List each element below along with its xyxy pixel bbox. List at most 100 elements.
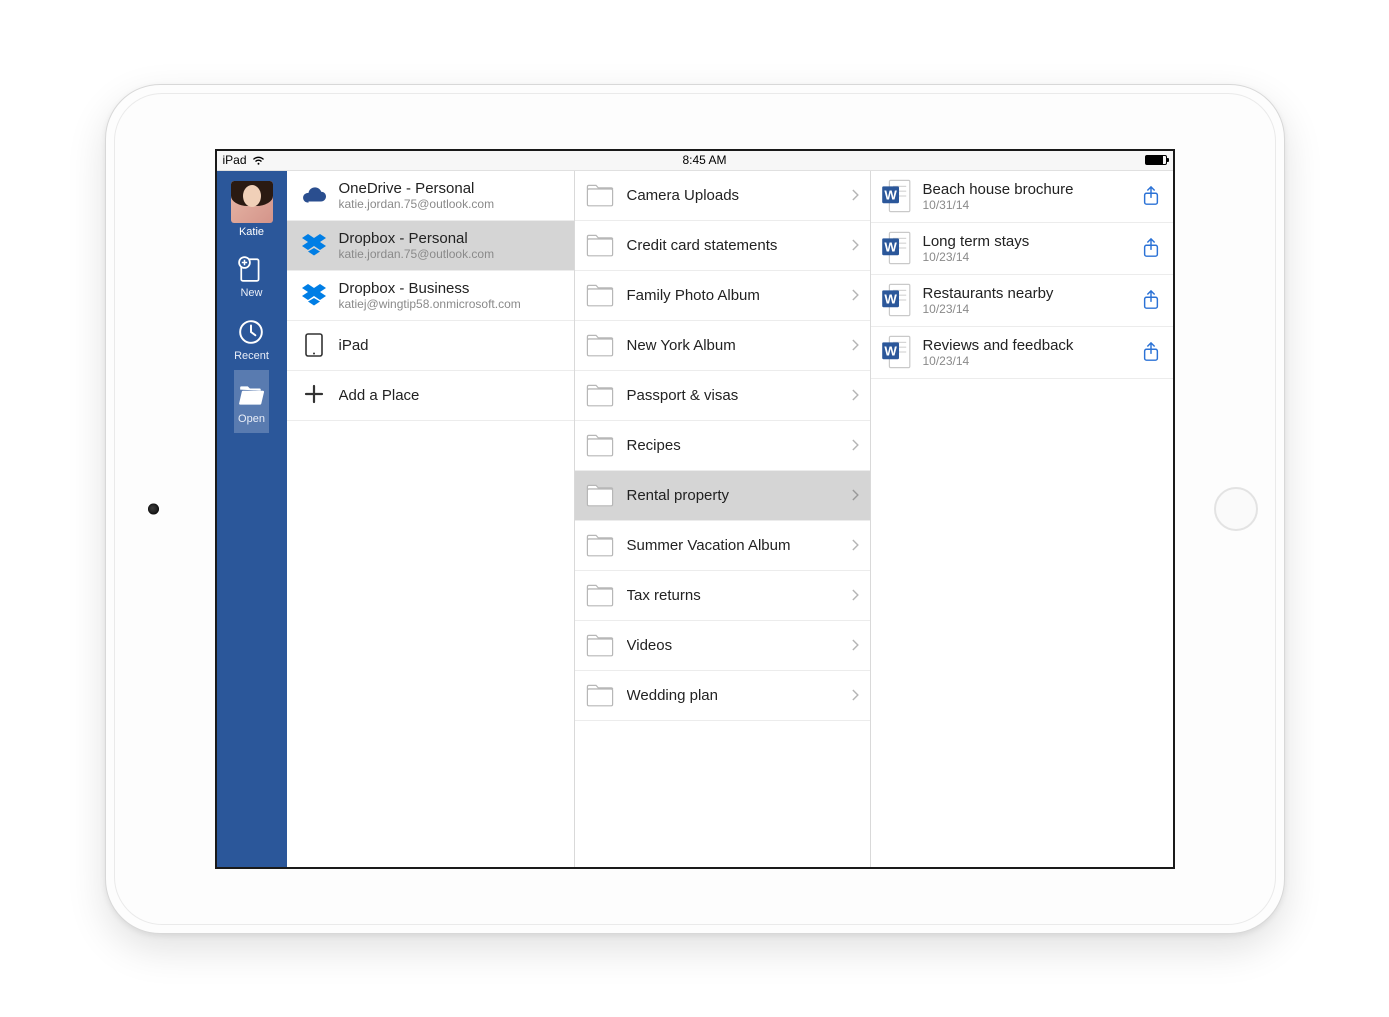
- place-row[interactable]: Dropbox - Personal katie.jordan.75@outlo…: [287, 221, 574, 271]
- chevron-right-icon: [850, 287, 860, 303]
- status-bar: iPad 8:45 AM: [217, 151, 1173, 171]
- folder-row[interactable]: Wedding plan: [575, 671, 870, 721]
- file-date: 10/23/14: [923, 250, 1141, 264]
- folder-name: Passport & visas: [627, 387, 850, 404]
- folder-row[interactable]: Rental property: [575, 471, 870, 521]
- chevron-right-icon: [850, 387, 860, 403]
- folder-row[interactable]: Videos: [575, 621, 870, 671]
- folder-icon: [585, 333, 615, 357]
- battery-icon: [1145, 155, 1167, 165]
- folder-name: Credit card statements: [627, 237, 850, 254]
- file-date: 10/23/14: [923, 302, 1141, 316]
- file-row[interactable]: Reviews and feedback 10/23/14: [871, 327, 1173, 379]
- place-row[interactable]: OneDrive - Personal katie.jordan.75@outl…: [287, 171, 574, 221]
- folder-name: Videos: [627, 637, 850, 654]
- folder-icon: [585, 233, 615, 257]
- folder-icon: [585, 433, 615, 457]
- files-column: Beach house brochure 10/31/14 Long term …: [871, 171, 1173, 867]
- folders-column: Camera Uploads Credit card statements Fa…: [575, 171, 871, 867]
- folder-icon: [585, 383, 615, 407]
- folder-row[interactable]: Tax returns: [575, 571, 870, 621]
- ipad-icon: [299, 332, 329, 358]
- word-document-icon: [881, 335, 911, 369]
- file-row[interactable]: Beach house brochure 10/31/14: [871, 171, 1173, 223]
- chevron-right-icon: [850, 187, 860, 203]
- file-row[interactable]: Restaurants nearby 10/23/14: [871, 275, 1173, 327]
- place-row[interactable]: iPad: [287, 321, 574, 371]
- sidebar-item-open[interactable]: Open: [234, 370, 269, 433]
- folder-row[interactable]: Credit card statements: [575, 221, 870, 271]
- app-content: Katie New Recent Open OneDrive - Personal …: [217, 171, 1173, 867]
- sidebar-item-label: New: [240, 287, 262, 299]
- chevron-right-icon: [850, 537, 860, 553]
- dropbox-icon: [299, 282, 329, 308]
- folder-icon: [585, 283, 615, 307]
- new-icon: [238, 256, 264, 282]
- folder-row[interactable]: New York Album: [575, 321, 870, 371]
- chevron-right-icon: [850, 687, 860, 703]
- sidebar-item-new[interactable]: New: [234, 244, 269, 307]
- folder-name: Camera Uploads: [627, 187, 850, 204]
- place-title: Add a Place: [339, 387, 420, 404]
- plus-icon: [299, 382, 329, 408]
- folder-name: Rental property: [627, 487, 850, 504]
- file-date: 10/23/14: [923, 354, 1141, 368]
- place-row[interactable]: Dropbox - Business katiej@wingtip58.onmi…: [287, 271, 574, 321]
- folder-row[interactable]: Summer Vacation Album: [575, 521, 870, 571]
- folder-icon: [585, 683, 615, 707]
- folder-name: Family Photo Album: [627, 287, 850, 304]
- folder-row[interactable]: Recipes: [575, 421, 870, 471]
- status-device-label: iPad: [223, 153, 247, 167]
- word-document-icon: [881, 283, 911, 317]
- share-icon[interactable]: [1141, 341, 1161, 363]
- place-title: Dropbox - Personal: [339, 230, 495, 247]
- ipad-device-frame: iPad 8:45 AM Katie New Recent Open: [105, 84, 1285, 934]
- sidebar: Katie New Recent Open: [217, 171, 287, 867]
- chevron-right-icon: [850, 337, 860, 353]
- folder-icon: [585, 633, 615, 657]
- place-subtitle: katie.jordan.75@outlook.com: [339, 197, 495, 211]
- share-icon[interactable]: [1141, 237, 1161, 259]
- chevron-right-icon: [850, 237, 860, 253]
- share-icon[interactable]: [1141, 185, 1161, 207]
- share-icon[interactable]: [1141, 289, 1161, 311]
- place-subtitle: katie.jordan.75@outlook.com: [339, 247, 495, 261]
- place-subtitle: katiej@wingtip58.onmicrosoft.com: [339, 297, 521, 311]
- chevron-right-icon: [850, 437, 860, 453]
- place-title: OneDrive - Personal: [339, 180, 495, 197]
- place-row[interactable]: Add a Place: [287, 371, 574, 421]
- chevron-right-icon: [850, 637, 860, 653]
- ipad-home-button[interactable]: [1214, 487, 1258, 531]
- folder-name: Wedding plan: [627, 687, 850, 704]
- place-title: Dropbox - Business: [339, 280, 521, 297]
- folder-icon: [585, 483, 615, 507]
- ipad-camera: [148, 503, 159, 514]
- user-name: Katie: [239, 226, 264, 238]
- folder-name: Tax returns: [627, 587, 850, 604]
- onedrive-icon: [299, 182, 329, 208]
- recent-icon: [238, 319, 264, 345]
- word-document-icon: [881, 179, 911, 213]
- folder-name: New York Album: [627, 337, 850, 354]
- file-row[interactable]: Long term stays 10/23/14: [871, 223, 1173, 275]
- wifi-icon: [252, 154, 265, 167]
- chevron-right-icon: [850, 587, 860, 603]
- file-name: Reviews and feedback: [923, 337, 1141, 354]
- folder-row[interactable]: Camera Uploads: [575, 171, 870, 221]
- avatar[interactable]: [231, 181, 273, 223]
- folder-row[interactable]: Family Photo Album: [575, 271, 870, 321]
- sidebar-item-label: Recent: [234, 350, 269, 362]
- folder-icon: [585, 583, 615, 607]
- folder-icon: [585, 183, 615, 207]
- folder-name: Recipes: [627, 437, 850, 454]
- open-icon: [238, 382, 264, 408]
- place-title: iPad: [339, 337, 369, 354]
- places-column: OneDrive - Personal katie.jordan.75@outl…: [287, 171, 575, 867]
- dropbox-icon: [299, 232, 329, 258]
- file-name: Long term stays: [923, 233, 1141, 250]
- file-name: Restaurants nearby: [923, 285, 1141, 302]
- folder-row[interactable]: Passport & visas: [575, 371, 870, 421]
- word-document-icon: [881, 231, 911, 265]
- screen: iPad 8:45 AM Katie New Recent Open: [215, 149, 1175, 869]
- sidebar-item-recent[interactable]: Recent: [234, 307, 269, 370]
